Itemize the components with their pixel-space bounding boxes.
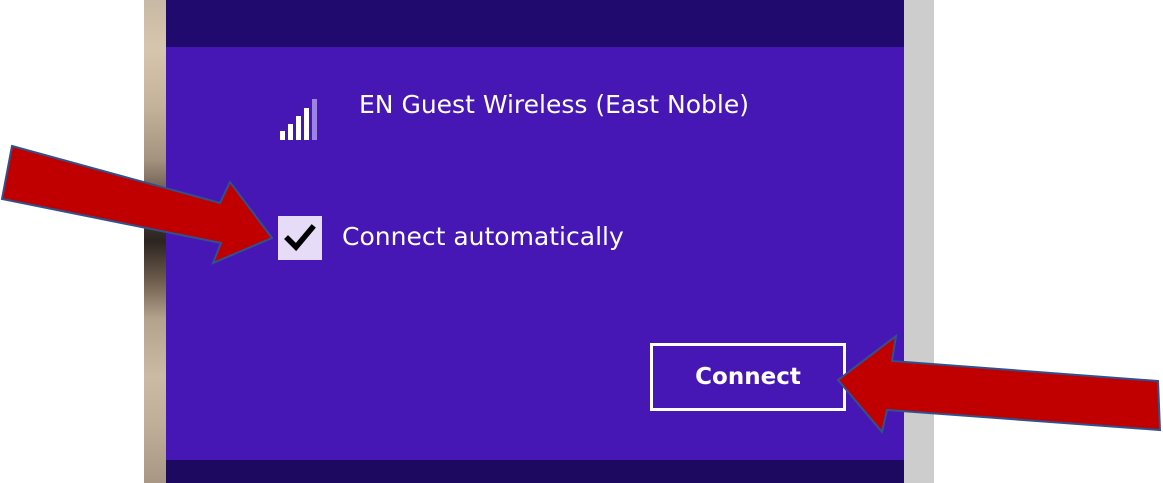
flyout-footer-band — [166, 460, 904, 483]
network-flyout-panel: EN Guest Wireless (East Noble) Connect a… — [166, 0, 904, 483]
flyout-header-band — [166, 0, 904, 47]
connect-button[interactable]: Connect — [650, 343, 846, 411]
network-name: EN Guest Wireless (East Noble) — [359, 90, 749, 119]
connect-automatically-label[interactable]: Connect automatically — [342, 220, 624, 254]
wifi-signal-icon — [280, 99, 317, 140]
desktop-wallpaper-edge — [144, 0, 166, 483]
checkmark-icon — [284, 224, 316, 252]
connect-automatically-checkbox[interactable] — [278, 216, 322, 260]
scrollbar[interactable] — [904, 0, 934, 483]
